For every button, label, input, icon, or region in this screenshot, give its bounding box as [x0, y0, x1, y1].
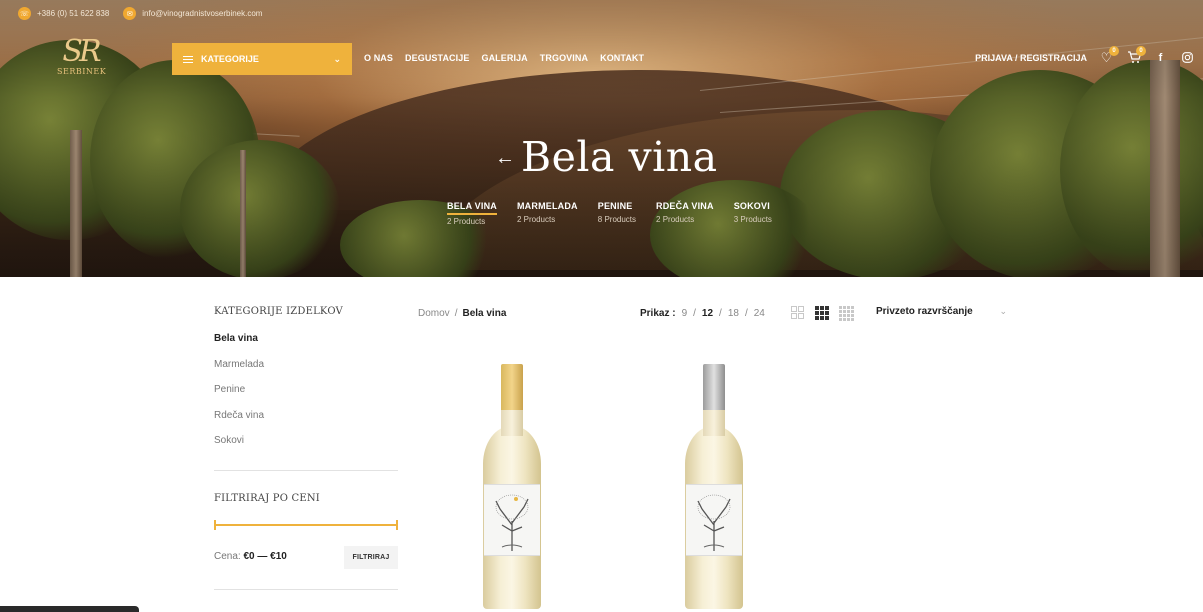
bottle-neck: [703, 410, 725, 436]
price-label-text: Cena:: [214, 551, 241, 562]
category-link-rdeca-vina[interactable]: Rdeča vina: [214, 409, 264, 435]
price-range-label: Cena: €0 — €10: [214, 551, 287, 562]
chevron-down-icon: ⌄: [333, 53, 341, 64]
phone-icon: ☏: [18, 7, 31, 20]
nav-item-trgovina[interactable]: TRGOVINA: [540, 53, 588, 63]
hero-banner: ☏ +386 (0) 51 622 838 ✉ info@vinogradnis…: [0, 0, 1203, 277]
price-slider-min-handle[interactable]: [214, 520, 216, 530]
tree-illustration-icon: [495, 494, 529, 551]
back-arrow-icon[interactable]: ←: [495, 147, 515, 170]
phone-contact[interactable]: ☏ +386 (0) 51 622 838: [18, 7, 109, 20]
subcategory-name: SOKOVI: [733, 201, 770, 211]
subcategory-name: MARMELADA: [516, 201, 578, 211]
per-page-option-12[interactable]: 12: [702, 308, 713, 319]
wishlist-count-badge: 0: [1109, 46, 1119, 56]
breadcrumb-current: Bela vina: [462, 308, 507, 319]
per-page-option-18[interactable]: 18: [728, 308, 739, 319]
subcategory-name: BELA VINA: [447, 201, 497, 215]
subcategory-sokovi[interactable]: SOKOVI 3 Products: [734, 201, 772, 226]
nav-item-o-nas[interactable]: O NAS: [364, 53, 393, 63]
category-link-bela-vina[interactable]: Bela vina: [214, 332, 264, 358]
wishlist-button[interactable]: ♡ 0: [1099, 46, 1119, 65]
categories-label: KATEGORIJE: [201, 54, 259, 64]
phone-number: +386 (0) 51 622 838: [37, 9, 110, 18]
per-page-separator: /: [744, 308, 748, 319]
subcategory-tabs: BELA VINA 2 Products MARMELADA 2 Product…: [447, 201, 772, 226]
breadcrumb: Domov / Bela vina: [418, 308, 506, 319]
category-list: Bela vina Marmelada Penine Rdeča vina So…: [214, 332, 264, 460]
grid-3-columns-icon[interactable]: [815, 306, 829, 320]
sort-select[interactable]: Privzeto razvrščanje ⌄: [876, 306, 1007, 322]
instagram-icon[interactable]: [1180, 50, 1195, 65]
facebook-icon[interactable]: f: [1153, 50, 1168, 65]
category-link-sokovi[interactable]: Sokovi: [214, 434, 264, 460]
bottle-label: [686, 484, 742, 556]
logo-monogram-icon: SR: [62, 34, 101, 69]
sort-selected-value: Privzeto razvrščanje: [876, 306, 973, 317]
login-register-link[interactable]: PRIJAVA / REGISTRACIJA: [975, 53, 1087, 63]
subcategory-count: 2 Products: [656, 215, 695, 224]
per-page-label: Prikaz :: [640, 308, 676, 319]
email-address: info@vinogradnistvoserbinek.com: [142, 9, 263, 18]
nav-item-kontakt[interactable]: KONTAKT: [600, 53, 644, 63]
subcategory-rdeca-vina[interactable]: RDEČA VINA 2 Products: [656, 201, 714, 226]
site-logo[interactable]: SR SERBINEK: [57, 34, 107, 77]
sidebar-divider: [214, 470, 398, 471]
account-nav: PRIJAVA / REGISTRACIJA ♡ 0 0 f: [975, 46, 1195, 65]
nav-item-degustacije[interactable]: DEGUSTACIJE: [405, 53, 469, 63]
price-slider[interactable]: [214, 520, 398, 530]
cart-button[interactable]: 0: [1126, 46, 1146, 65]
categories-dropdown-button[interactable]: KATEGORIJE ⌄: [172, 43, 352, 75]
email-contact[interactable]: ✉ info@vinogradnistvoserbinek.com: [123, 7, 262, 20]
page-title: ← Bela vina: [495, 133, 718, 181]
bottle-neck: [501, 410, 523, 436]
cookie-notice-bar[interactable]: [0, 606, 139, 612]
top-contact-bar: ☏ +386 (0) 51 622 838 ✉ info@vinogradnis…: [18, 7, 262, 20]
breadcrumb-home[interactable]: Domov: [418, 308, 450, 319]
page-title-text: Bela vina: [521, 133, 718, 181]
product-image-bela-vina-2[interactable]: [683, 364, 745, 609]
bottle-capsule: [703, 364, 725, 410]
per-page-option-9[interactable]: 9: [682, 308, 688, 319]
subcategory-count: 3 Products: [733, 215, 772, 224]
cart-count-badge: 0: [1136, 46, 1146, 56]
sidebar-divider: [214, 589, 398, 590]
menu-icon: [183, 55, 193, 63]
category-link-penine[interactable]: Penine: [214, 383, 264, 409]
grid-4-columns-icon[interactable]: [839, 306, 854, 321]
price-slider-max-handle[interactable]: [396, 520, 398, 530]
subcategory-penine[interactable]: PENINE 8 Products: [598, 201, 636, 226]
logo-wordmark: SERBINEK: [57, 67, 107, 76]
main-nav: O NAS DEGUSTACIJE GALERIJA TRGOVINA KONT…: [364, 53, 644, 63]
per-page-separator: /: [693, 308, 696, 319]
price-range-value: €0 — €10: [243, 551, 287, 562]
subcategory-count: 2 Products: [447, 217, 486, 226]
subcategory-count: 2 Products: [516, 215, 556, 224]
per-page-separator: /: [719, 308, 722, 319]
breadcrumb-separator: /: [454, 308, 458, 319]
categories-widget-title: KATEGORIJE IZDELKOV: [214, 306, 343, 317]
bottle-label: [484, 484, 540, 556]
mail-icon: ✉: [123, 7, 137, 20]
price-filter-title: FILTRIRAJ PO CENI: [214, 493, 320, 504]
subcategory-marmelada[interactable]: MARMELADA 2 Products: [517, 201, 578, 226]
category-link-marmelada[interactable]: Marmelada: [214, 358, 264, 384]
subcategory-bela-vina[interactable]: BELA VINA 2 Products: [447, 201, 497, 226]
products-per-page: Prikaz : 9 / 12 / 18 / 24: [640, 308, 765, 319]
grid-2-columns-icon[interactable]: [791, 306, 804, 319]
bottle-capsule: [501, 364, 523, 410]
chevron-down-icon: ⌄: [999, 306, 1007, 316]
product-image-bela-vina-1[interactable]: [481, 364, 543, 609]
subcategory-name: PENINE: [597, 201, 633, 211]
nav-item-galerija[interactable]: GALERIJA: [481, 53, 527, 63]
per-page-option-24[interactable]: 24: [754, 308, 765, 319]
subcategory-count: 8 Products: [597, 215, 637, 224]
tree-illustration-icon: [697, 494, 731, 551]
filter-button[interactable]: FILTRIRAJ: [344, 546, 398, 569]
subcategory-name: RDEČA VINA: [656, 201, 714, 211]
